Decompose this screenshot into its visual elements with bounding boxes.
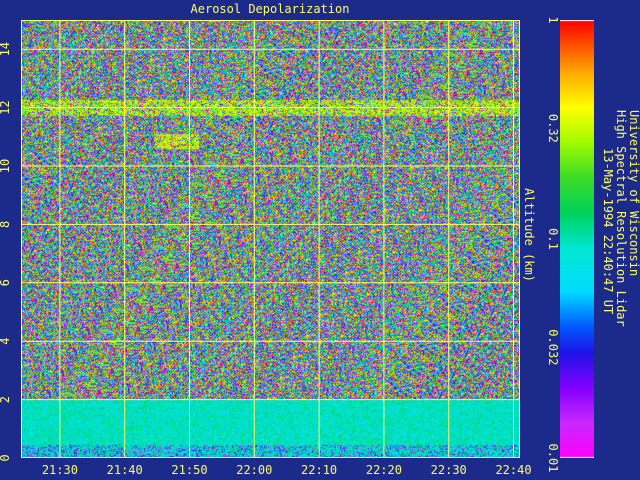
colorbar-gradient	[560, 20, 594, 458]
x-tick-label: 22:10	[301, 463, 337, 477]
x-tick-label: 22:30	[431, 463, 467, 477]
credit-line-1: University of Wisconsin	[627, 110, 640, 277]
colorbar-tick-label: 0.32	[546, 114, 560, 143]
y-tick-label: 10	[0, 159, 12, 173]
y-tick-label: 12	[0, 100, 12, 114]
x-tick-label: 21:50	[171, 463, 207, 477]
x-tick-label: 22:40	[495, 463, 531, 477]
colorbar-tick-label: 1	[546, 16, 560, 23]
y-tick-label: 0	[0, 454, 12, 461]
axes-layer: 21:30 21:40 21:50 22:00 22:10 22:20 22:30 22:40…	[0, 16, 560, 477]
x-tick-label: 21:40	[107, 463, 143, 477]
colorbar-tick-label: 0.032	[546, 329, 560, 365]
credit-line-2: High Spectral Resolution Lidar	[614, 110, 628, 327]
y-tick-label: 4	[0, 338, 12, 345]
colorbar-tick-label: 0.1	[546, 228, 560, 250]
y-axis-label: Altitude (km)	[522, 188, 536, 282]
x-tick-label: 22:00	[236, 463, 272, 477]
x-tick-label: 21:30	[42, 463, 78, 477]
colorbar-tick-label: 0.01	[546, 444, 560, 473]
y-tick-label: 14	[0, 42, 12, 56]
y-tick-label: 8	[0, 221, 12, 228]
lidar-figure: Aerosol Depolarization 21:30 21:40 21:50 22…	[0, 0, 640, 480]
y-tick-label: 6	[0, 279, 12, 286]
colorbar	[560, 20, 594, 458]
x-tick-label: 22:20	[366, 463, 402, 477]
credit-line-3: 13-May-1994 22:40:47 UT	[601, 148, 615, 315]
y-tick-label: 2	[0, 396, 12, 403]
